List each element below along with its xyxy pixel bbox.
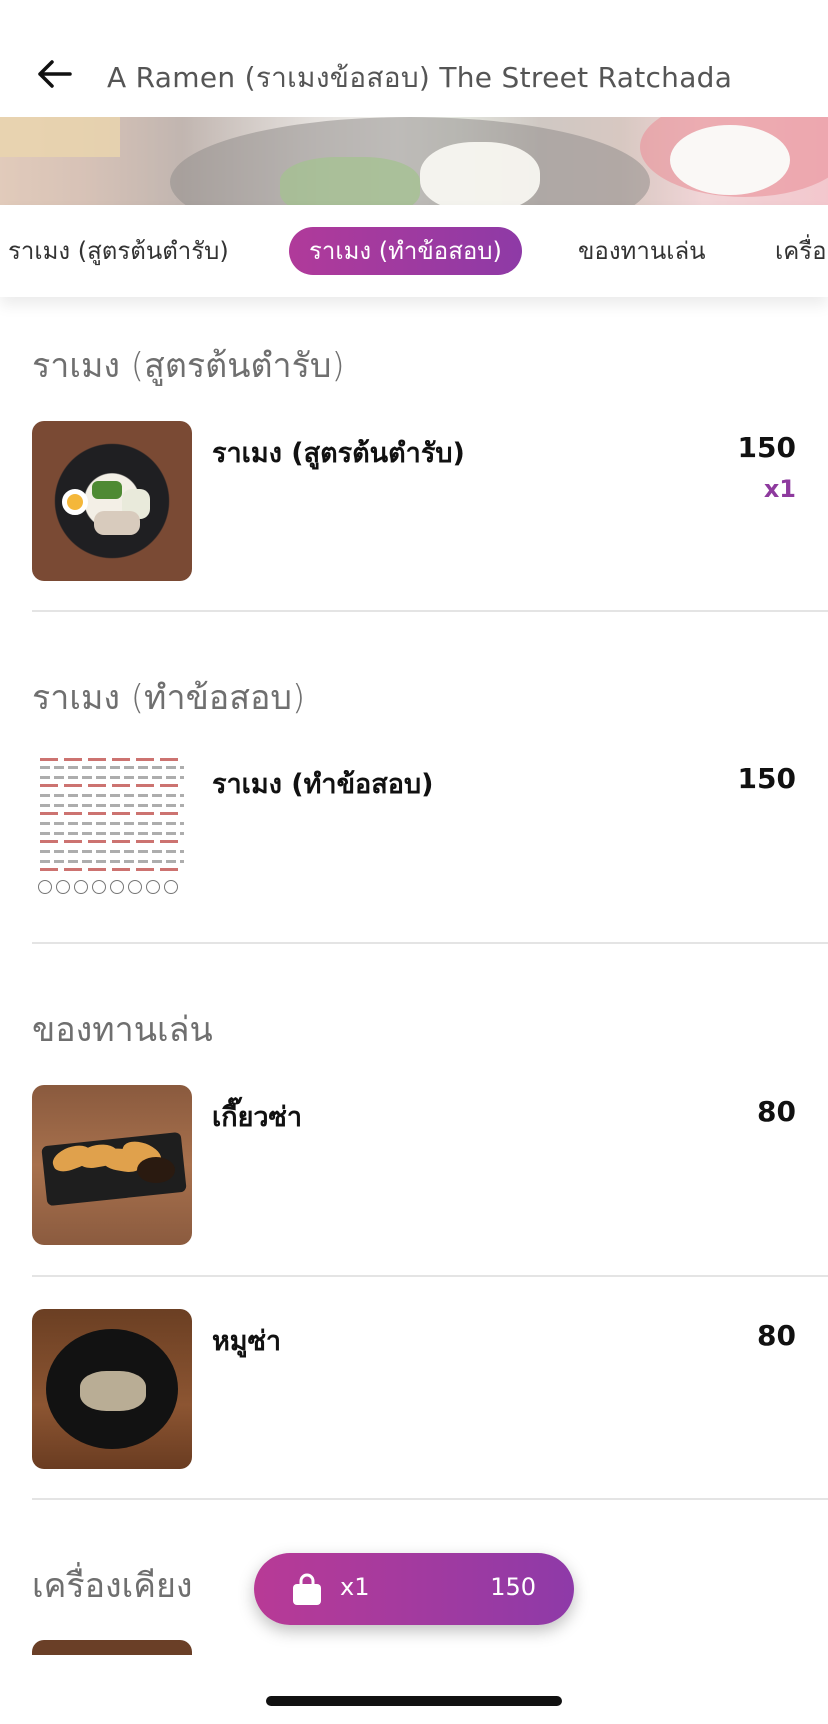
tab-side-dishes[interactable]: เครื่อ [755, 227, 828, 275]
pork-photo [32, 1309, 192, 1469]
menu-item[interactable]: เกี๊ยวซ่า 80 [32, 1085, 828, 1245]
cart-button[interactable]: x1 150 [254, 1553, 574, 1625]
app-header: A Ramen (ราเมงข้อสอบ) The Street Ratchad… [0, 0, 828, 117]
menu-item[interactable]: ราเมง (ทำข้อสอบ) 150 [32, 752, 828, 912]
hero-banner-image [0, 117, 828, 205]
gyoza-photo [32, 1085, 192, 1245]
back-arrow-icon[interactable] [34, 54, 74, 94]
section-title: ราเมง (สูตรต้นตำรับ) [32, 346, 345, 386]
cart-total: 150 [490, 1573, 536, 1601]
item-price: 150 [737, 431, 796, 464]
divider [32, 1275, 828, 1277]
ramen-photo [32, 421, 192, 581]
item-price: 80 [757, 1095, 796, 1128]
tab-original-ramen[interactable]: ราเมง (สูตรต้นตำรับ) [0, 227, 249, 275]
divider [32, 610, 828, 612]
item-name: เกี๊ยวซ่า [212, 1102, 303, 1133]
section-title: ของทานเล่น [32, 1010, 213, 1050]
bottom-safe-area [0, 1655, 828, 1724]
shopping-bag-icon [290, 1572, 324, 1606]
section-title: ราเมง (ทำข้อสอบ) [32, 678, 306, 718]
item-name: หมูซ่า [212, 1326, 282, 1357]
home-indicator[interactable] [266, 1696, 562, 1706]
divider [32, 1498, 828, 1500]
exam-paper-photo [32, 752, 192, 912]
item-price: 80 [757, 1319, 796, 1352]
item-price: 150 [737, 762, 796, 795]
item-name: ราเมง (สูตรต้นตำรับ) [212, 438, 465, 469]
divider [32, 942, 828, 944]
menu-item[interactable]: ราเมง (สูตรต้นตำรับ) 150 x1 [32, 421, 828, 581]
item-quantity-badge: x1 [763, 475, 796, 503]
restaurant-title: A Ramen (ราเมงข้อสอบ) The Street Ratchad… [107, 61, 733, 94]
menu-item[interactable]: หมูซ่า 80 [32, 1309, 828, 1469]
cart-count: x1 [340, 1573, 370, 1601]
tab-snacks[interactable]: ของทานเล่น [558, 227, 726, 275]
category-tabs: ราเมง (สูตรต้นตำรับ) ราเมง (ทำข้อสอบ) ขอ… [0, 205, 828, 297]
section-title: เครื่องเคียง [32, 1566, 193, 1606]
item-name: ราเมง (ทำข้อสอบ) [212, 769, 434, 800]
tab-exam-ramen[interactable]: ราเมง (ทำข้อสอบ) [289, 227, 522, 275]
